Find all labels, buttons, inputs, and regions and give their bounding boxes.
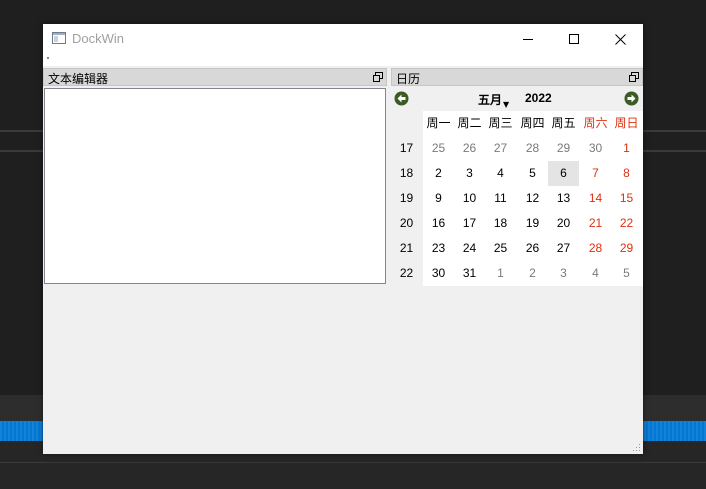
calendar-day[interactable]: 12 (517, 186, 548, 211)
arrow-left-circle-icon[interactable] (394, 91, 409, 106)
calendar-day[interactable]: 16 (423, 211, 454, 236)
calendar-day[interactable]: 3 (548, 261, 579, 286)
weekday-header: 周一 (426, 116, 451, 130)
calendar-day[interactable]: 5 (517, 161, 548, 186)
calendar-day[interactable]: 18 (485, 211, 516, 236)
app-window: DockWin 文本编辑器 日历 五月▼ 2022 周一 周二 周三 周四 周五… (43, 24, 643, 454)
dock-editor-title: 文本编辑器 (48, 72, 109, 86)
dock-editor-titlebar[interactable]: 文本编辑器 (43, 68, 387, 86)
week-number: 21 (399, 241, 414, 255)
calendar-day[interactable]: 23 (423, 236, 454, 261)
calendar-day[interactable]: 1 (611, 136, 642, 161)
calendar-day[interactable]: 29 (611, 236, 642, 261)
minimize-button[interactable] (505, 24, 551, 54)
calendar-day[interactable]: 25 (485, 236, 516, 261)
week-number: 19 (399, 191, 414, 205)
calendar-day[interactable]: 9 (423, 186, 454, 211)
weekday-header: 周二 (457, 116, 482, 130)
calendar-day[interactable]: 11 (485, 186, 516, 211)
float-restore-icon[interactable] (373, 72, 383, 82)
calendar-day[interactable]: 30 (423, 261, 454, 286)
calendar-widget: 五月▼ 2022 周一 周二 周三 周四 周五 周六 周日 17 25 26 27 28 29 30 1 18… (391, 87, 643, 286)
calendar-day[interactable]: 5 (611, 261, 642, 286)
weekday-header: 周日 (614, 116, 639, 130)
maximize-button[interactable] (551, 24, 597, 54)
resize-grip-icon[interactable] (631, 442, 641, 452)
month-selector[interactable]: 五月▼ (478, 91, 509, 109)
calendar-day[interactable]: 15 (611, 186, 642, 211)
calendar-navigation: 五月▼ 2022 (391, 87, 643, 111)
week-number: 18 (399, 166, 414, 180)
calendar-day[interactable]: 25 (423, 136, 454, 161)
weekday-header: 周六 (583, 116, 608, 130)
calendar-day[interactable]: 26 (454, 136, 485, 161)
dock-calendar-titlebar[interactable]: 日历 (391, 68, 643, 86)
weekday-header: 周四 (520, 116, 545, 130)
minimize-icon (523, 39, 533, 40)
window-app-icon (52, 32, 66, 44)
calendar-day[interactable]: 17 (454, 211, 485, 236)
calendar-day[interactable]: 24 (454, 236, 485, 261)
calendar-day[interactable]: 2 (517, 261, 548, 286)
calendar-day[interactable]: 7 (580, 161, 611, 186)
weekday-header: 周五 (551, 116, 576, 130)
calendar-day[interactable]: 4 (580, 261, 611, 286)
calendar-day[interactable]: 4 (485, 161, 516, 186)
menu-bar (43, 54, 643, 66)
title-bar[interactable]: DockWin (43, 24, 643, 54)
calendar-day[interactable]: 6 (548, 161, 579, 186)
calendar-day[interactable]: 2 (423, 161, 454, 186)
calendar-day[interactable]: 27 (485, 136, 516, 161)
week-number: 17 (399, 141, 414, 155)
calendar-day[interactable]: 22 (611, 211, 642, 236)
close-button[interactable] (597, 24, 643, 54)
calendar-day[interactable]: 28 (517, 136, 548, 161)
calendar-day[interactable]: 29 (548, 136, 579, 161)
window-title: DockWin (72, 31, 125, 46)
calendar-day[interactable]: 3 (454, 161, 485, 186)
calendar-day[interactable]: 14 (580, 186, 611, 211)
weekday-header: 周三 (488, 116, 513, 130)
chevron-down-icon: ▼ (503, 100, 510, 109)
week-number: 20 (399, 216, 414, 230)
maximize-icon (569, 34, 579, 44)
week-number: 22 (399, 266, 414, 280)
calendar-day[interactable]: 28 (580, 236, 611, 261)
arrow-right-circle-icon[interactable] (624, 91, 639, 106)
close-icon (614, 33, 626, 45)
menu-bar-marker (47, 57, 49, 59)
background-line (0, 462, 706, 463)
calendar-day[interactable]: 30 (580, 136, 611, 161)
text-editor[interactable] (44, 88, 386, 284)
month-label: 五月 (478, 93, 503, 107)
calendar-day[interactable]: 8 (611, 161, 642, 186)
calendar-day[interactable]: 13 (548, 186, 579, 211)
calendar-day[interactable]: 1 (485, 261, 516, 286)
calendar-day[interactable]: 26 (517, 236, 548, 261)
calendar-day[interactable]: 10 (454, 186, 485, 211)
calendar-day[interactable]: 21 (580, 211, 611, 236)
calendar-day[interactable]: 19 (517, 211, 548, 236)
calendar-day[interactable]: 31 (454, 261, 485, 286)
dock-calendar-title: 日历 (396, 72, 421, 86)
calendar-grid: 周一 周二 周三 周四 周五 周六 周日 17 25 26 27 28 29 30 1 18 2 3 4 5 6 7 8 19… (391, 111, 643, 286)
calendar-day[interactable]: 20 (548, 211, 579, 236)
year-selector[interactable]: 2022 (525, 91, 552, 105)
float-restore-icon[interactable] (629, 72, 639, 82)
calendar-day[interactable]: 27 (548, 236, 579, 261)
